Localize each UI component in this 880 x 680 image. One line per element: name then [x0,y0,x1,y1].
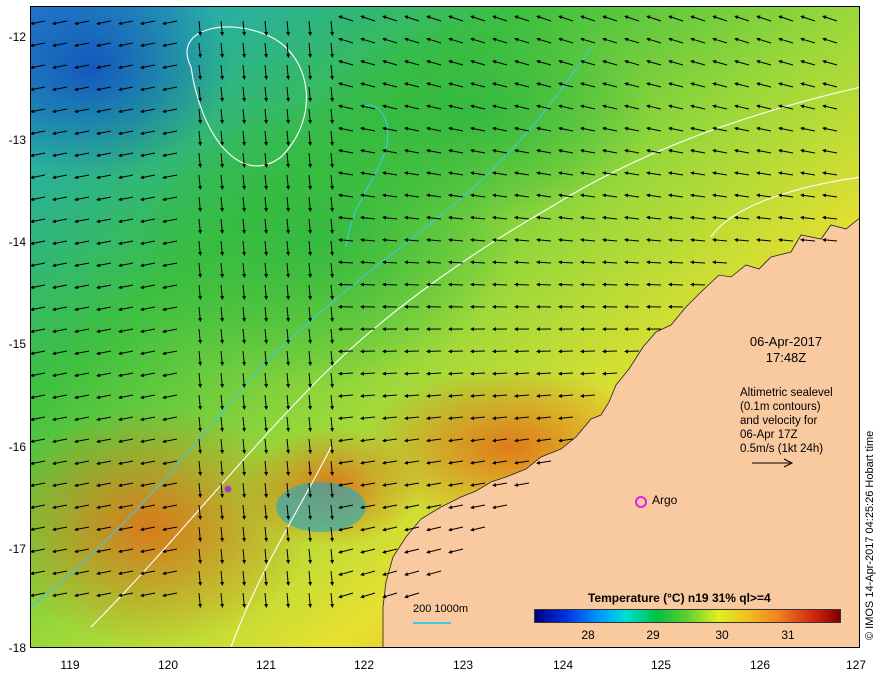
velocity-arrow [580,371,596,376]
velocity-arrow [536,371,552,376]
velocity-arrow [448,282,464,287]
altimetry-note-line: Altimetric sealevel [740,387,833,399]
velocity-arrow [492,371,508,376]
velocity-arrow [426,371,442,376]
x-tick-label: 120 [157,658,179,672]
y-tick-label: -16 [8,440,26,454]
altimetry-note: Altimetric sealevel (0.1m contours) and … [740,386,833,468]
velocity-arrow [580,282,596,287]
x-tick-label: 126 [749,658,771,672]
imos-credit: © IMOS 14-Apr-2017 04:25:26 Hobart time [864,430,876,640]
colorbar-label: 28 [581,628,595,642]
velocity-arrow [404,371,420,376]
velocity-arrow [470,371,486,376]
y-tick-label: -14 [8,235,26,249]
velocity-arrow [492,282,508,287]
x-tick-label: 121 [255,658,277,672]
velocity-arrow [360,371,376,376]
colorbar-label: 31 [781,628,795,642]
velocity-arrow [602,282,618,287]
x-tick-label: 127 [845,658,867,672]
velocity-arrow [404,282,420,287]
y-tick-label: -13 [8,133,26,147]
x-tick-label: 119 [60,658,80,672]
sst-map-canvas [31,7,859,647]
velocity-arrow [448,371,464,376]
depth-contour-swatch [413,622,451,624]
sst-map[interactable] [30,6,860,648]
velocity-arrow [602,371,618,376]
colorbar-title: Temperature (°C) n19 31% ql>=4 [588,591,771,605]
x-tick-label: 124 [552,658,574,672]
y-tick-label: -12 [8,30,26,44]
velocity-arrow [338,282,354,287]
velocity-arrow [690,282,706,287]
argo-label: Argo [652,493,678,507]
velocity-arrow [338,371,354,376]
velocity-arrow [382,282,398,287]
velocity-arrow [382,371,398,376]
velocity-arrow [514,282,530,287]
observation-timestamp: 06-Apr-2017 17:48Z [740,334,832,366]
altimetry-note-line: and velocity for [740,415,818,427]
altimetry-note-line: 06-Apr 17Z [740,429,798,441]
y-tick-label: -17 [8,542,26,556]
velocity-arrow [558,371,574,376]
colorbar-label: 29 [646,628,660,642]
x-tick-label: 125 [650,658,672,672]
x-tick-label: 123 [452,658,474,672]
depth-contour-legend: 200 1000m [413,603,469,615]
velocity-arrow [536,282,552,287]
x-tick-label: 122 [353,658,375,672]
temperature-colorbar [534,609,841,623]
velocity-arrow [470,282,486,287]
velocity-arrow [624,282,640,287]
velocity-arrow [646,282,662,287]
y-tick-label: -15 [8,337,26,351]
timestamp-time: 17:48Z [765,350,807,365]
velocity-arrow [360,282,376,287]
velocity-arrow [558,282,574,287]
velocity-arrow [668,282,684,287]
colorbar-label: 30 [715,628,729,642]
y-tick-label: -18 [8,641,26,655]
velocity-arrow [426,282,442,287]
altimetry-note-line: (0.1m contours) [740,401,821,413]
altimetry-note-line: 0.5m/s (1kt 24h) [740,443,824,455]
scale-arrow-icon [752,458,794,468]
timestamp-date: 06-Apr-2017 [749,334,823,349]
velocity-arrow [514,371,530,376]
